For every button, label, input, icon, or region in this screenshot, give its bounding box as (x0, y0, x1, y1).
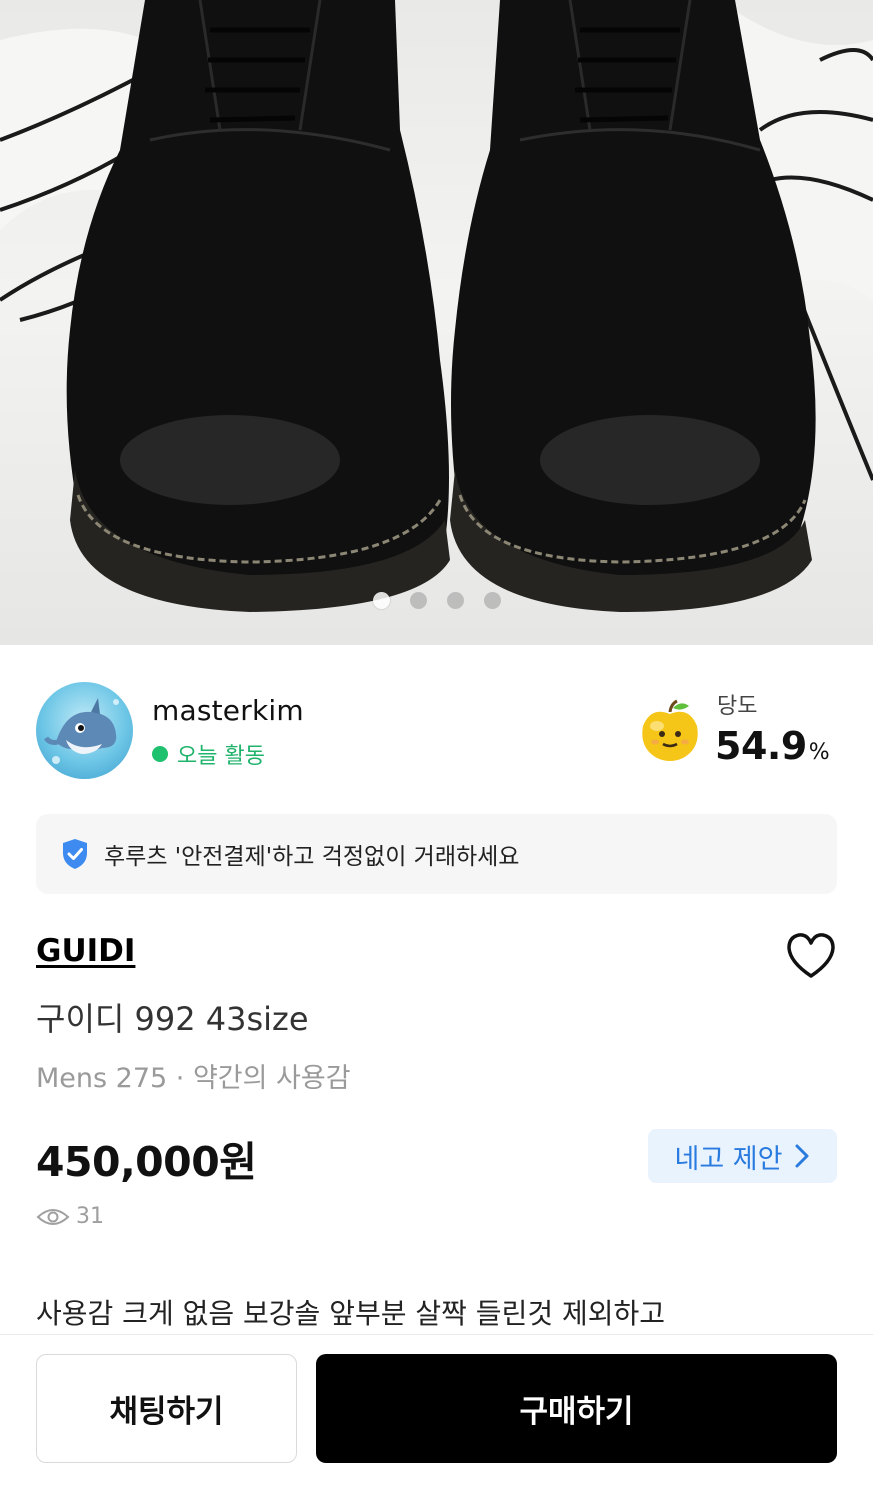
buy-button[interactable]: 구매하기 (316, 1354, 837, 1463)
safe-payment-banner[interactable]: 후루츠 '안전결제'하고 걱정없이 거래하세요 (36, 814, 837, 894)
product-meta: Mens 275 · 약간의 사용감 (36, 1056, 351, 1095)
product-price: 450,000원 (36, 1138, 257, 1186)
negotiate-offer-button[interactable]: 네고 제안 (648, 1129, 837, 1183)
online-dot-icon (152, 746, 168, 762)
bottom-action-bar: 채팅하기 구매하기 (0, 1334, 873, 1500)
product-title: 구이디 992 43size (36, 1000, 309, 1038)
chevron-right-icon (795, 1144, 809, 1168)
seller-section: masterkim 오늘 활동 당도 54.9% (36, 682, 837, 779)
seller-avatar[interactable] (36, 682, 133, 779)
condition-label: 약간의 사용감 (192, 1063, 351, 1094)
carousel-dot[interactable] (409, 592, 427, 609)
sweetness-score[interactable]: 당도 54.9% (637, 686, 837, 776)
carousel-dot[interactable] (483, 592, 501, 609)
carousel-indicator (0, 592, 873, 609)
sweetness-unit: % (808, 740, 830, 765)
chat-button[interactable]: 채팅하기 (36, 1354, 297, 1463)
sweetness-number: 54.9 (715, 724, 807, 768)
view-count: 31 (36, 1204, 104, 1229)
dolphin-icon (43, 698, 119, 764)
sweetness-value: 54.9% (715, 724, 830, 768)
sweetness-label: 당도 (717, 694, 758, 719)
view-count-value: 31 (76, 1204, 104, 1229)
carousel-dot[interactable] (446, 592, 464, 609)
activity-label: 오늘 활동 (177, 744, 265, 769)
eye-icon (36, 1208, 70, 1225)
meta-separator: · (167, 1063, 193, 1094)
carousel-dot-active[interactable] (372, 592, 390, 609)
shield-check-icon (63, 839, 87, 869)
safe-payment-text: 후루츠 '안전결제'하고 걱정없이 거래하세요 (104, 844, 520, 870)
brand-link[interactable]: GUIDI (36, 933, 135, 969)
apple-face-icon (642, 699, 698, 761)
size-label: Mens 275 (36, 1063, 168, 1094)
product-description: 사용감 크게 없음 보강솔 앞부분 살짝 들린것 제외하고 (36, 1297, 666, 1330)
seller-name[interactable]: masterkim (152, 694, 304, 727)
heart-icon[interactable] (784, 930, 838, 982)
activity-status: 오늘 활동 (152, 738, 265, 770)
product-image-carousel[interactable] (0, 0, 873, 645)
offer-label: 네고 제안 (674, 1143, 783, 1175)
product-photo (0, 0, 873, 612)
